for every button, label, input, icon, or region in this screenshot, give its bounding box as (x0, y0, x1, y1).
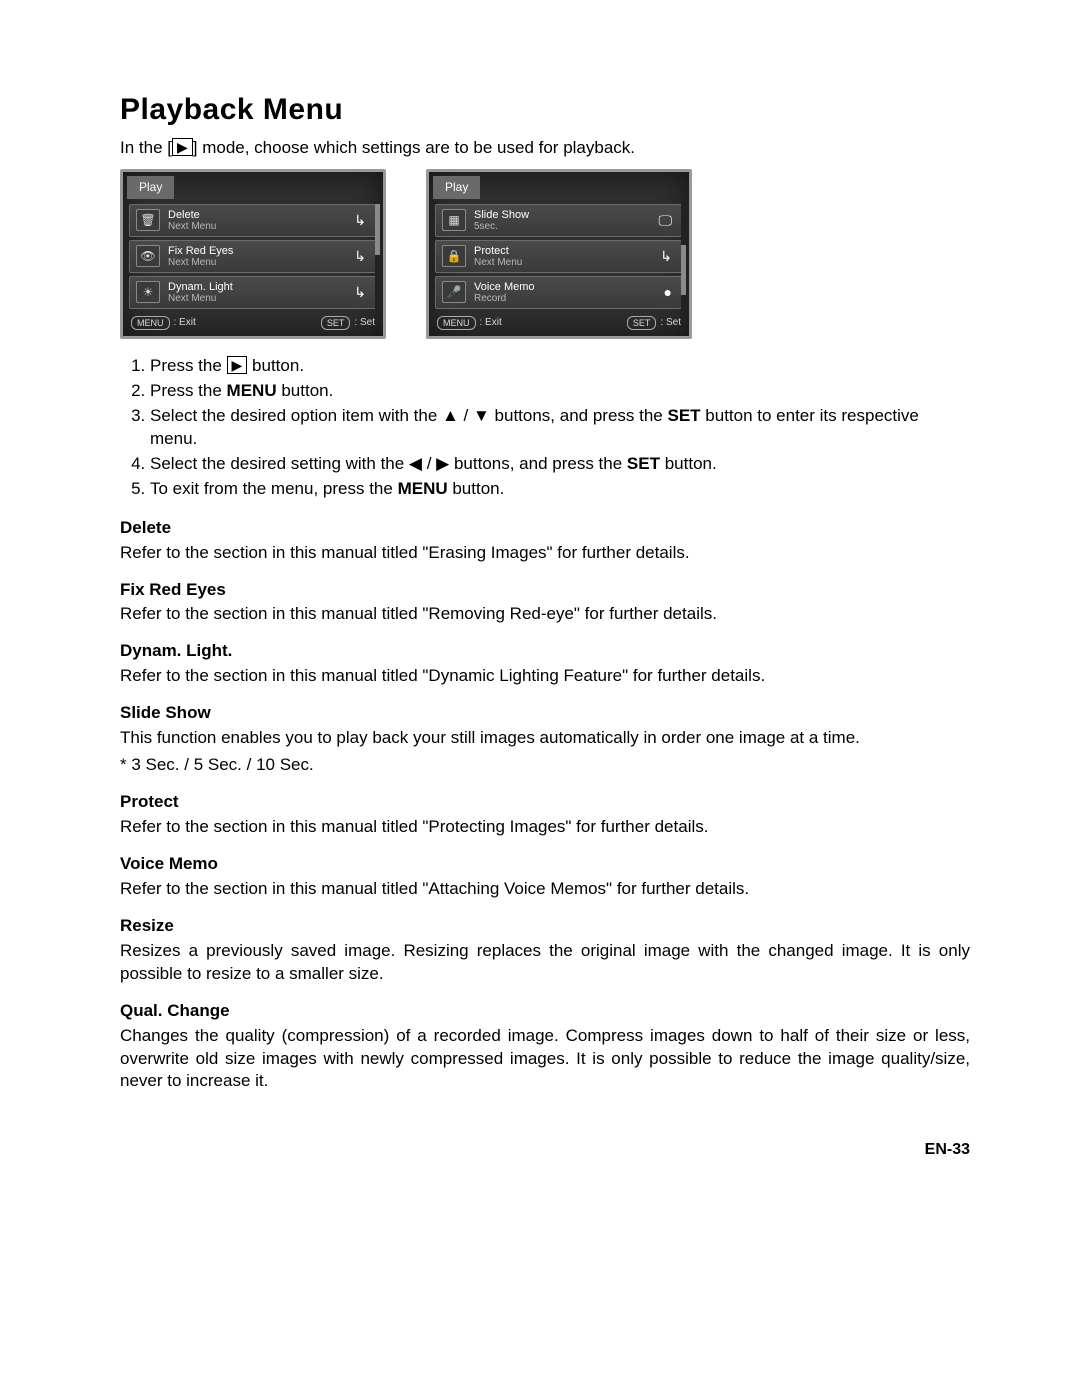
scrollbar (681, 200, 686, 312)
menu-row-dynamlight: ☀ Dynam. LightNext Menu ↳ (129, 276, 377, 309)
exit-label: : Exit (174, 316, 196, 330)
playback-mode-icon: ▶ (172, 138, 193, 156)
menu-sub: Next Menu (168, 221, 350, 232)
instruction-step: Select the desired setting with the ◀ / … (150, 453, 970, 476)
section-title: Resize (120, 915, 970, 938)
set-button-label: SET (627, 316, 657, 330)
screen-icon: 🖵 (655, 211, 677, 230)
enter-arrow-icon: ↳ (350, 211, 370, 230)
instruction-step: To exit from the menu, press the MENU bu… (150, 478, 970, 501)
menu-tab: Play (433, 176, 480, 198)
intro-pre: In the [ (120, 138, 172, 157)
intro-text: In the [▶] mode, choose which settings a… (120, 137, 970, 160)
menu-row-protect: 🔒 ProtectNext Menu ↳ (435, 240, 683, 273)
menu-title: Protect (474, 245, 656, 257)
section-title: Protect (120, 791, 970, 814)
instruction-step: Press the ▶ button. (150, 355, 970, 378)
menu-row-voicememo: 🎤 Voice MemoRecord ● (435, 276, 683, 309)
menu-button-label: MENU (131, 316, 170, 330)
lcd-screenshot-left: Play 🗑 DeleteNext Menu ↳ 👁 Fix Red EyesN… (120, 169, 386, 339)
section-options: * 3 Sec. / 5 Sec. / 10 Sec. (120, 754, 970, 777)
menu-title: Dynam. Light (168, 281, 350, 293)
lock-icon: 🔒 (442, 245, 466, 267)
screenshot-row: Play 🗑 DeleteNext Menu ↳ 👁 Fix Red EyesN… (120, 169, 970, 339)
playback-button-icon: ▶ (227, 356, 248, 374)
set-button-label: SET (321, 316, 351, 330)
enter-arrow-icon: ↳ (350, 283, 370, 302)
menu-title: Voice Memo (474, 281, 660, 293)
instruction-list: Press the ▶ button.Press the MENU button… (120, 355, 970, 501)
menu-sub: Record (474, 293, 660, 304)
section-body: This function enables you to play back y… (120, 727, 970, 750)
menu-sub: Next Menu (474, 257, 656, 268)
section-title: Qual. Change (120, 1000, 970, 1023)
section-title: Delete (120, 517, 970, 540)
section-body: Refer to the section in this manual titl… (120, 816, 970, 839)
mic-icon: 🎤 (442, 281, 466, 303)
section-body: Refer to the section in this manual titl… (120, 542, 970, 565)
menu-row-redeye: 👁 Fix Red EyesNext Menu ↳ (129, 240, 377, 273)
menu-row-slideshow: ▦ Slide Show5sec. 🖵 (435, 204, 683, 237)
section-body: Resizes a previously saved image. Resizi… (120, 940, 970, 986)
menu-tab: Play (127, 176, 174, 198)
section-title: Dynam. Light. (120, 640, 970, 663)
section-title: Fix Red Eyes (120, 579, 970, 602)
menu-button-label: MENU (437, 316, 476, 330)
page-title: Playback Menu (120, 90, 970, 131)
section-body: Refer to the section in this manual titl… (120, 878, 970, 901)
screen-footer: MENU : Exit SET : Set (123, 312, 383, 336)
menu-sub: Next Menu (168, 257, 350, 268)
page-number: EN-33 (120, 1139, 970, 1161)
screen-footer: MENU : Exit SET : Set (429, 312, 689, 336)
menu-row-delete: 🗑 DeleteNext Menu ↳ (129, 204, 377, 237)
menu-sub: 5sec. (474, 221, 655, 232)
enter-arrow-icon: ↳ (656, 247, 676, 266)
menu-title: Fix Red Eyes (168, 245, 350, 257)
intro-post: ] mode, choose which settings are to be … (193, 138, 635, 157)
light-icon: ☀ (136, 281, 160, 303)
enter-arrow-icon: ↳ (350, 247, 370, 266)
section-body: Changes the quality (compression) of a r… (120, 1025, 970, 1094)
section-body: Refer to the section in this manual titl… (120, 603, 970, 626)
exit-label: : Exit (480, 316, 502, 330)
section-title: Slide Show (120, 702, 970, 725)
instruction-step: Select the desired option item with the … (150, 405, 970, 451)
set-label: : Set (660, 316, 681, 330)
section-title: Voice Memo (120, 853, 970, 876)
eye-icon: 👁 (136, 245, 160, 267)
sections-container: DeleteRefer to the section in this manua… (120, 517, 970, 1094)
section-body: Refer to the section in this manual titl… (120, 665, 970, 688)
menu-title: Delete (168, 209, 350, 221)
instruction-step: Press the MENU button. (150, 380, 970, 403)
lcd-screenshot-right: Play ▦ Slide Show5sec. 🖵 🔒 ProtectNext M… (426, 169, 692, 339)
record-icon: ● (660, 283, 676, 302)
set-label: : Set (354, 316, 375, 330)
scrollbar (375, 200, 380, 312)
menu-sub: Next Menu (168, 293, 350, 304)
trash-icon: 🗑 (136, 209, 160, 231)
menu-title: Slide Show (474, 209, 655, 221)
slideshow-icon: ▦ (442, 209, 466, 231)
